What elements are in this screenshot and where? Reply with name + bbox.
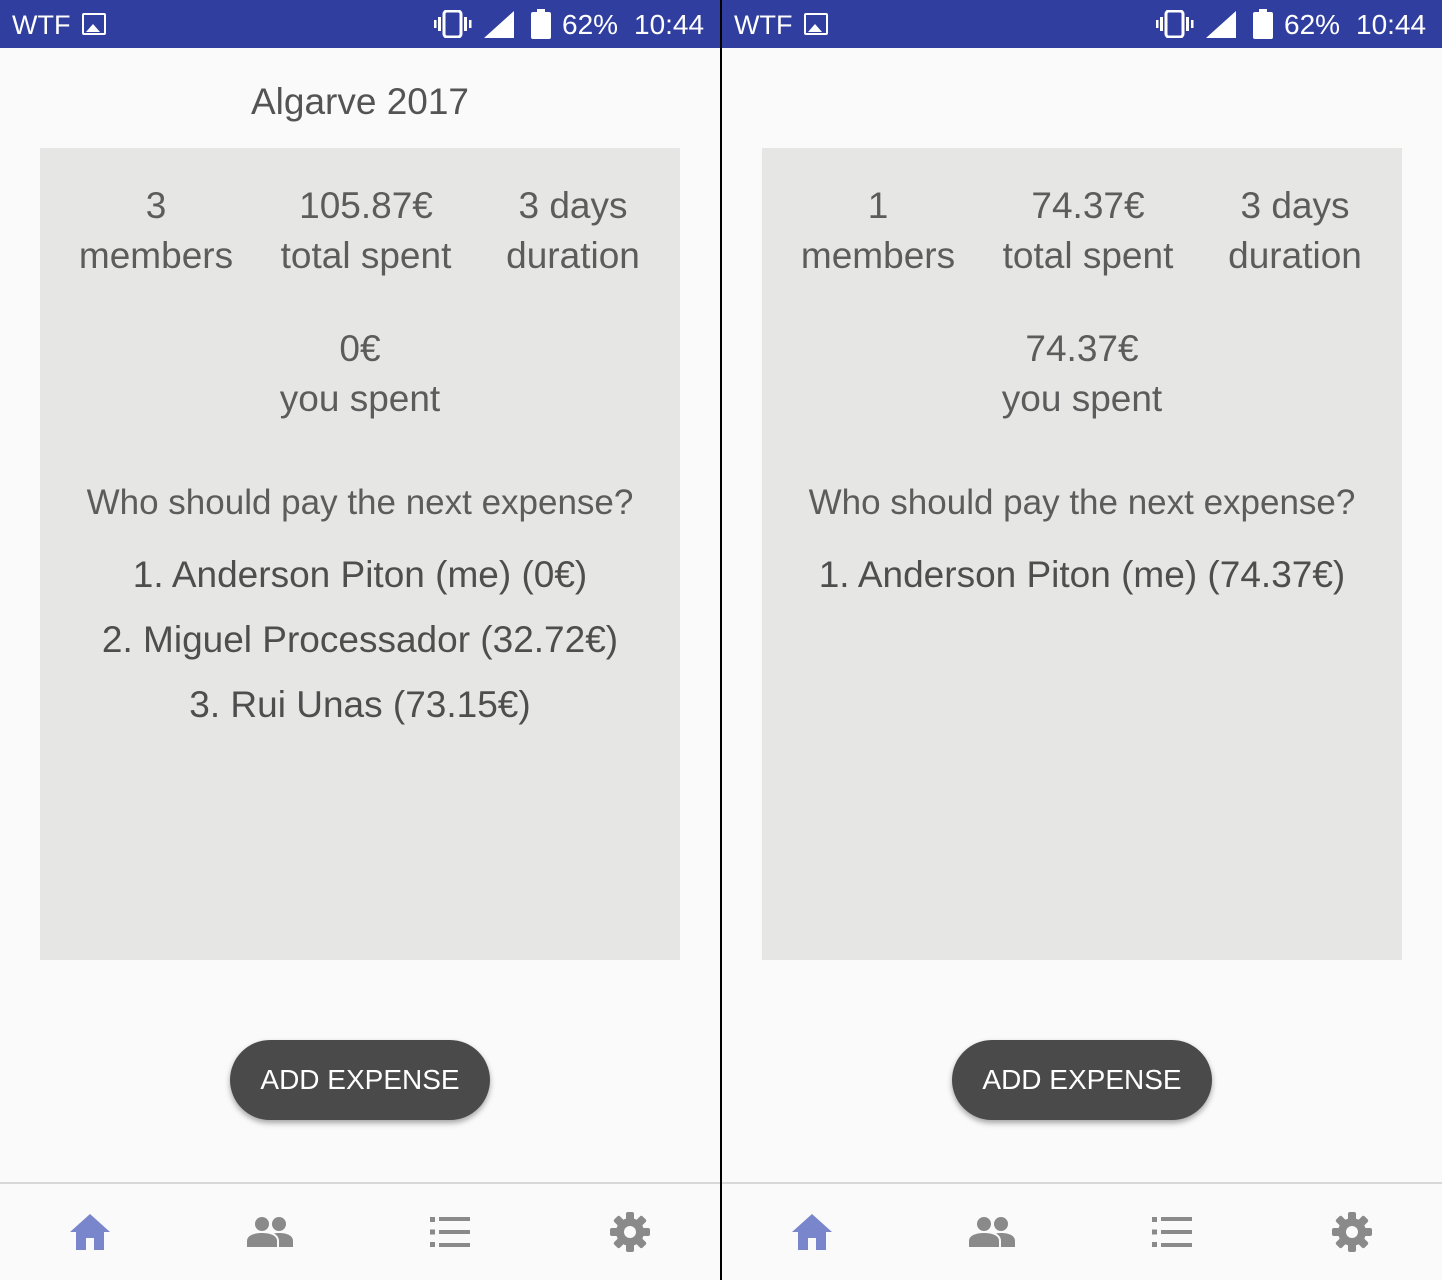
duration-value: 3 days: [1240, 185, 1350, 226]
next-payer-question: Who should pay the next expense?: [808, 483, 1356, 522]
stat-duration: 3 days duration: [488, 184, 658, 278]
total-spent-label: total spent: [1002, 235, 1174, 276]
battery-percent: 62%: [1284, 9, 1341, 40]
list-icon: [430, 1217, 470, 1247]
list-icon: [1152, 1217, 1192, 1247]
nav-members[interactable]: [180, 1184, 360, 1280]
total-spent-label: total spent: [280, 235, 452, 276]
nav-home[interactable]: [722, 1184, 902, 1280]
list-item: 1. Anderson Piton (me) (0€): [132, 554, 588, 595]
settings-icon: [610, 1212, 650, 1252]
nav-home[interactable]: [0, 1184, 180, 1280]
add-expense-button[interactable]: ADD EXPENSE: [230, 1040, 490, 1120]
battery-percent: 62%: [562, 9, 619, 40]
duration-label: duration: [1228, 235, 1362, 276]
vibrate-icon: [434, 10, 472, 38]
stat-you-spent: 0€ you spent: [210, 327, 510, 421]
next-payer-question: Who should pay the next expense?: [86, 483, 634, 522]
image-notification-icon: [804, 13, 828, 35]
settings-icon: [1332, 1212, 1372, 1252]
clock: 10:44: [634, 9, 705, 40]
add-expense-button[interactable]: ADD EXPENSE: [952, 1040, 1212, 1120]
next-payer-list: 1. Anderson Piton (me) (74.37€): [762, 553, 1402, 618]
you-spent-value: 74.37€: [1025, 328, 1139, 369]
phone-screen-left: WTF 62% 10:44 Algarve 2017 3 members 105…: [0, 0, 720, 1280]
next-payer-list: 1. Anderson Piton (me) (0€) 2. Miguel Pr…: [40, 553, 680, 748]
trip-summary-card: 1 members 74.37€ total spent 3 days dura…: [762, 148, 1402, 960]
battery-icon: [531, 9, 551, 39]
bottom-navigation: [0, 1182, 720, 1280]
battery-icon: [1253, 9, 1273, 39]
signal-icon: [1206, 11, 1236, 38]
nav-settings[interactable]: [540, 1184, 720, 1280]
signal-icon: [484, 11, 514, 38]
nav-expenses-list[interactable]: [360, 1184, 540, 1280]
carrier-label: WTF: [734, 10, 793, 40]
stat-members: 1 members: [798, 184, 958, 278]
you-spent-value: 0€: [339, 328, 381, 369]
bottom-navigation: [722, 1182, 1442, 1280]
vibrate-icon: [1156, 10, 1194, 38]
list-item: 3. Rui Unas (73.15€): [189, 684, 531, 725]
group-icon: [247, 1217, 293, 1247]
you-spent-label: you spent: [279, 378, 441, 419]
status-bar: WTF 62% 10:44: [722, 0, 1442, 48]
status-bar: WTF 62% 10:44: [0, 0, 720, 48]
you-spent-label: you spent: [1001, 378, 1163, 419]
list-item: 2. Miguel Processador (32.72€): [101, 619, 619, 660]
nav-members[interactable]: [902, 1184, 1082, 1280]
list-item: 1. Anderson Piton (me) (74.37€): [818, 554, 1346, 595]
members-label: members: [78, 235, 234, 276]
image-notification-icon: [82, 13, 106, 35]
trip-summary-card: 3 members 105.87€ total spent 3 days dur…: [40, 148, 680, 960]
nav-expenses-list[interactable]: [1082, 1184, 1262, 1280]
stat-duration: 3 days duration: [1210, 184, 1380, 278]
duration-value: 3 days: [518, 185, 628, 226]
stat-total-spent: 74.37€ total spent: [988, 184, 1188, 278]
trip-title: Algarve 2017: [250, 81, 470, 122]
nav-settings[interactable]: [1262, 1184, 1442, 1280]
members-label: members: [800, 235, 956, 276]
carrier-label: WTF: [12, 10, 71, 40]
stat-members: 3 members: [76, 184, 236, 278]
stat-total-spent: 105.87€ total spent: [266, 184, 466, 278]
members-count: 1: [867, 185, 889, 226]
group-icon: [969, 1217, 1015, 1247]
total-spent-value: 74.37€: [1031, 185, 1145, 226]
home-icon: [792, 1214, 832, 1250]
duration-label: duration: [506, 235, 640, 276]
total-spent-value: 105.87€: [299, 185, 433, 226]
members-count: 3: [145, 185, 167, 226]
phone-screen-right: WTF 62% 10:44 1 members 74.37€ total spe…: [722, 0, 1442, 1280]
home-icon: [70, 1214, 110, 1250]
stat-you-spent: 74.37€ you spent: [932, 327, 1232, 421]
clock: 10:44: [1356, 9, 1427, 40]
